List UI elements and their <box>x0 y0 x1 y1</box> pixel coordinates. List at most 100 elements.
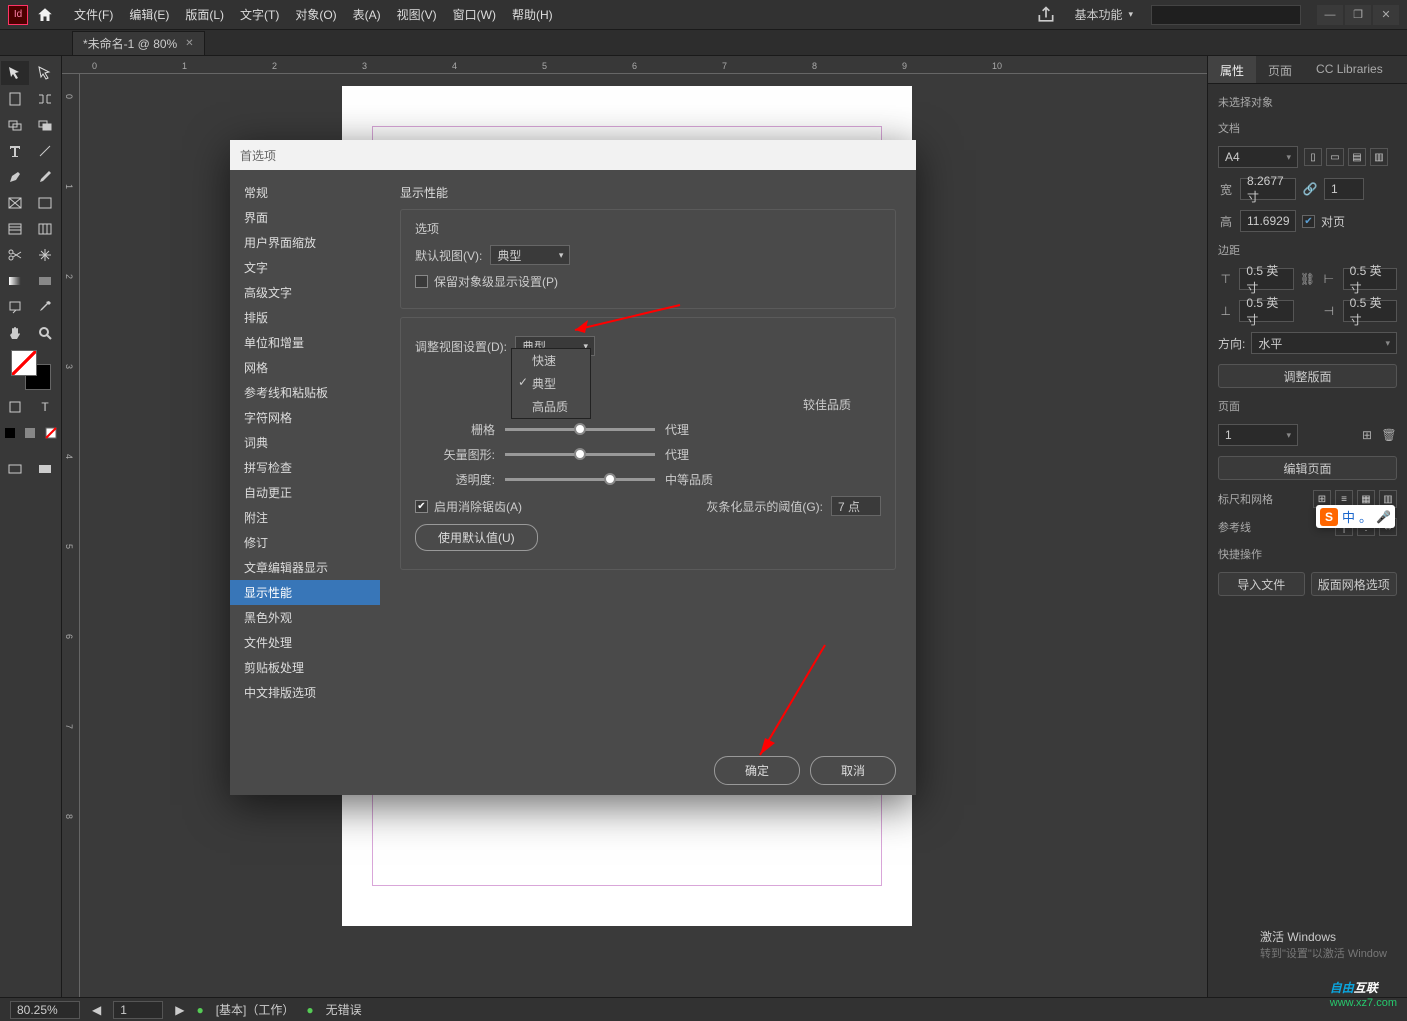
vector-slider[interactable] <box>505 453 655 456</box>
line-tool-icon[interactable] <box>31 139 59 163</box>
direct-selection-tool-icon[interactable] <box>31 61 59 85</box>
orientation-select[interactable]: 水平▾ <box>1251 332 1397 354</box>
nav-story-editor[interactable]: 文章编辑器显示 <box>230 555 380 580</box>
menu-table[interactable]: 表(A) <box>345 2 389 27</box>
menu-file[interactable]: 文件(F) <box>66 2 121 27</box>
nav-cjk[interactable]: 中文排版选项 <box>230 680 380 705</box>
rectangle-frame-tool-icon[interactable] <box>1 191 29 215</box>
hand-tool-icon[interactable] <box>1 321 29 345</box>
status-nav-next-icon[interactable]: ▶ <box>175 1003 184 1017</box>
share-icon[interactable] <box>1036 5 1056 25</box>
menu-edit[interactable]: 编辑(E) <box>121 2 177 27</box>
gradient-feather-tool-icon[interactable] <box>31 269 59 293</box>
ok-button[interactable]: 确定 <box>714 756 800 785</box>
preserve-object-checkbox[interactable]: 保留对象级显示设置(P) <box>415 273 881 290</box>
dropdown-option-high[interactable]: 高品质 <box>512 395 590 418</box>
binding-right-icon[interactable]: ▥ <box>1370 148 1388 166</box>
page-size-select[interactable]: A4▾ <box>1218 146 1298 168</box>
dropdown-option-typical[interactable]: ✓典型 <box>512 372 590 395</box>
zoom-tool-icon[interactable] <box>31 321 59 345</box>
menu-window[interactable]: 窗口(W) <box>445 2 504 27</box>
layout-grid-options-button[interactable]: 版面网格选项 <box>1311 572 1398 596</box>
margin-left-input[interactable]: 0.5 英寸 <box>1343 268 1397 290</box>
apply-color-icon[interactable] <box>1 421 19 445</box>
dropdown-option-fast[interactable]: 快速 <box>512 349 590 372</box>
nav-ui-scaling[interactable]: 用户界面缩放 <box>230 230 380 255</box>
delete-page-icon[interactable]: 🗑 <box>1381 427 1397 443</box>
menu-help[interactable]: 帮助(H) <box>504 2 561 27</box>
menu-layout[interactable]: 版面(L) <box>177 2 232 27</box>
free-transform-tool-icon[interactable] <box>31 243 59 267</box>
ime-indicator[interactable]: S 中 。 🎤 <box>1316 505 1395 528</box>
formatting-text-icon[interactable]: T <box>31 395 59 419</box>
home-icon[interactable] <box>36 6 54 24</box>
gradient-swatch-tool-icon[interactable] <box>1 269 29 293</box>
nav-type[interactable]: 文字 <box>230 255 380 280</box>
cancel-button[interactable]: 取消 <box>810 756 896 785</box>
tab-pages[interactable]: 页面 <box>1256 56 1304 83</box>
status-nav-prev-icon[interactable]: ◀ <box>92 1003 101 1017</box>
menu-type[interactable]: 文字(T) <box>232 2 287 27</box>
orient-landscape-icon[interactable]: ▭ <box>1326 148 1344 166</box>
pen-tool-icon[interactable] <box>1 165 29 189</box>
nav-advanced-type[interactable]: 高级文字 <box>230 280 380 305</box>
nav-spelling[interactable]: 拼写检查 <box>230 455 380 480</box>
content-placer-icon[interactable] <box>31 113 59 137</box>
maximize-button[interactable]: ❐ <box>1345 5 1371 25</box>
document-tab[interactable]: *未命名-1 @ 80% ✕ <box>72 31 205 55</box>
facing-pages-checkbox[interactable]: ✔对页 <box>1302 213 1345 230</box>
eyedropper-tool-icon[interactable] <box>31 295 59 319</box>
use-defaults-button[interactable]: 使用默认值(U) <box>415 524 538 551</box>
nav-char-grid[interactable]: 字符网格 <box>230 405 380 430</box>
page-select[interactable]: 1▾ <box>1218 424 1298 446</box>
margin-top-input[interactable]: 0.5 英寸 <box>1239 268 1293 290</box>
page-tool-icon[interactable] <box>1 87 29 111</box>
apply-none-icon[interactable] <box>42 421 60 445</box>
margin-bottom-input[interactable]: 0.5 英寸 <box>1239 300 1293 322</box>
pencil-tool-icon[interactable] <box>31 165 59 189</box>
menu-object[interactable]: 对象(O) <box>287 2 344 27</box>
tab-properties[interactable]: 属性 <box>1208 56 1256 83</box>
tab-close-icon[interactable]: ✕ <box>185 38 193 49</box>
minimize-button[interactable]: — <box>1317 5 1343 25</box>
nav-track-changes[interactable]: 修订 <box>230 530 380 555</box>
margin-link-icon[interactable]: ⛓ <box>1300 271 1315 287</box>
formatting-container-icon[interactable] <box>1 395 29 419</box>
orient-portrait-icon[interactable]: ▯ <box>1304 148 1322 166</box>
menu-view[interactable]: 视图(V) <box>389 2 445 27</box>
preflight-status-icon[interactable]: ● <box>306 1003 313 1017</box>
raster-slider[interactable] <box>505 428 655 431</box>
type-tool-icon[interactable] <box>1 139 29 163</box>
tab-cc-libraries[interactable]: CC Libraries <box>1304 56 1395 83</box>
page-count-input[interactable]: 1 <box>1324 178 1364 200</box>
nav-grids[interactable]: 网格 <box>230 355 380 380</box>
nav-file-handling[interactable]: 文件处理 <box>230 630 380 655</box>
height-input[interactable]: 11.6929 <box>1240 210 1296 232</box>
binding-left-icon[interactable]: ▤ <box>1348 148 1366 166</box>
nav-black-appearance[interactable]: 黑色外观 <box>230 605 380 630</box>
fill-stroke-swatch[interactable] <box>11 350 51 390</box>
view-mode-normal-icon[interactable] <box>1 457 29 481</box>
transparency-slider[interactable] <box>505 478 655 481</box>
gap-tool-icon[interactable] <box>31 87 59 111</box>
nav-display-performance[interactable]: 显示性能 <box>230 580 380 605</box>
apply-gradient-icon[interactable] <box>21 421 39 445</box>
zoom-level-input[interactable]: 80.25% <box>10 1001 80 1019</box>
workspace-selector[interactable]: 基本功能▾ <box>1064 2 1143 27</box>
nav-guides[interactable]: 参考线和粘贴板 <box>230 380 380 405</box>
adjust-layout-button[interactable]: 调整版面 <box>1218 364 1397 388</box>
new-page-icon[interactable]: ⊞ <box>1359 427 1375 443</box>
view-mode-preview-icon[interactable] <box>31 457 59 481</box>
nav-dictionary[interactable]: 词典 <box>230 430 380 455</box>
horizontal-grid-tool-icon[interactable] <box>1 217 29 241</box>
rectangle-tool-icon[interactable] <box>31 191 59 215</box>
nav-notes[interactable]: 附注 <box>230 505 380 530</box>
edit-pages-button[interactable]: 编辑页面 <box>1218 456 1397 480</box>
gray-threshold-input[interactable]: 7 点 <box>831 496 881 516</box>
selection-tool-icon[interactable] <box>1 61 29 85</box>
link-icon[interactable]: 🔗 <box>1302 181 1318 197</box>
note-tool-icon[interactable] <box>1 295 29 319</box>
nav-interface[interactable]: 界面 <box>230 205 380 230</box>
antialias-checkbox[interactable]: 启用消除锯齿(A) <box>415 498 522 515</box>
content-collector-icon[interactable] <box>1 113 29 137</box>
